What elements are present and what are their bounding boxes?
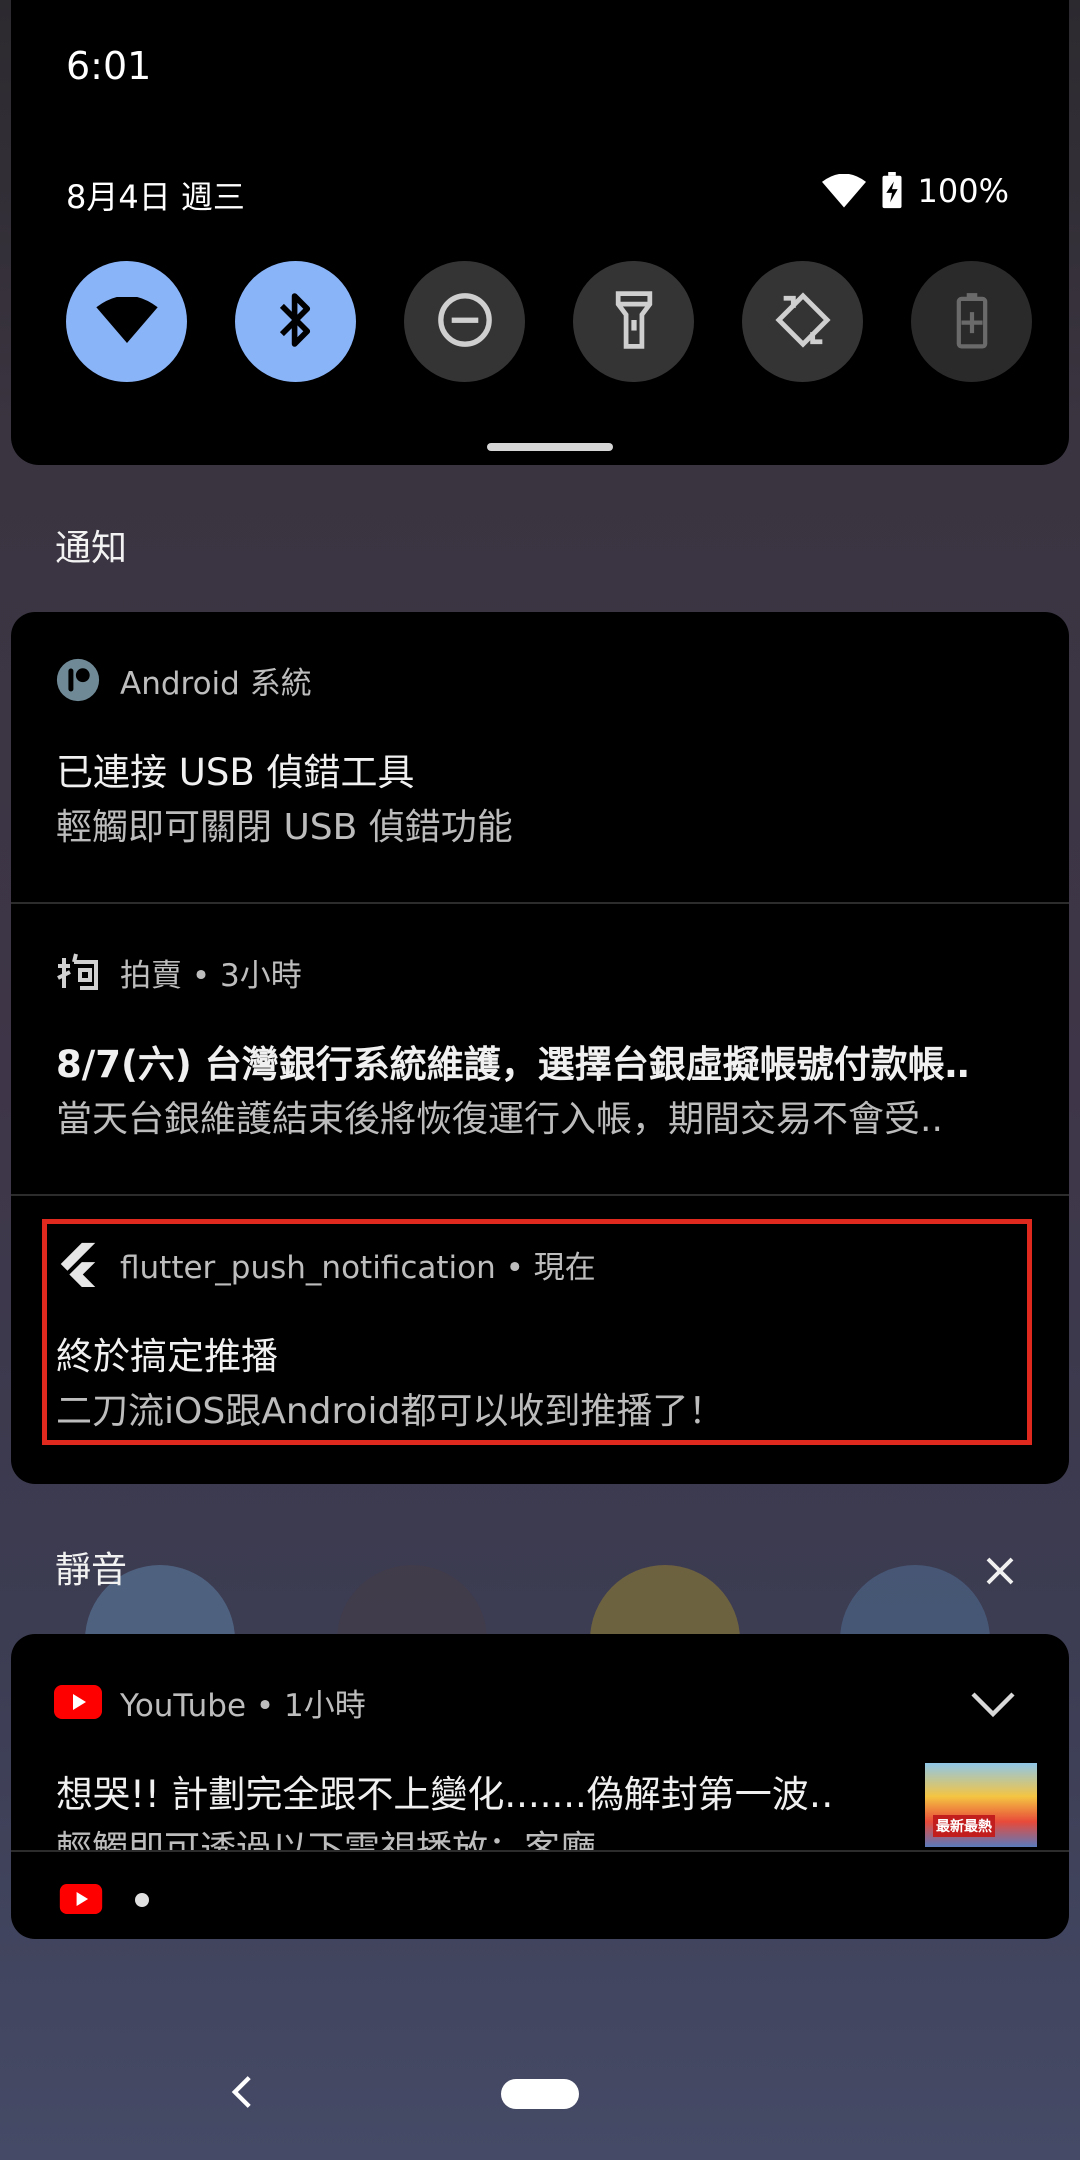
silent-notifications-card: YouTube • 1小時 想哭!! 計劃完全跟不上變化.......偽解封第一…	[11, 1634, 1069, 1939]
highlight-box	[42, 1219, 1032, 1445]
battery-saver-icon	[955, 291, 989, 353]
notification-text: 輕觸即可透過以下電視播放：客廳	[56, 1829, 597, 1850]
back-icon	[231, 2074, 253, 2114]
video-thumbnail: 最新最熱	[925, 1763, 1037, 1847]
notification-title: 已連接 USB 偵錯工具	[56, 751, 415, 794]
panel-drag-handle[interactable]	[487, 443, 613, 451]
do-not-disturb-icon	[436, 291, 494, 353]
clock: 6:01	[66, 44, 152, 88]
flashlight-icon	[614, 290, 654, 353]
notification-auction[interactable]: 拍賣 • 3小時 8/7(六) 台灣銀行系統維護，選擇台銀虛擬帳號付款帳‥ 當天…	[11, 904, 1069, 1194]
notification-youtube[interactable]: YouTube • 1小時 想哭!! 計劃完全跟不上變化.......偽解封第一…	[11, 1634, 1069, 1850]
notification-app-name: Android 系統	[120, 665, 312, 702]
status-icons: 100%	[821, 172, 1009, 210]
notification-header: Android 系統	[54, 656, 312, 704]
battery-percent: 100%	[917, 172, 1009, 210]
auto-rotate-tile[interactable]	[742, 261, 863, 382]
clear-silent-button[interactable]	[975, 1548, 1025, 1598]
more-dot-icon	[135, 1892, 149, 1911]
chevron-down-icon	[971, 1692, 1015, 1722]
battery-saver-tile[interactable]	[911, 261, 1032, 382]
notifications-header: 通知	[55, 528, 128, 569]
notification-header: 拍賣 • 3小時	[54, 948, 302, 996]
divider	[11, 1850, 1069, 1852]
wifi-icon	[95, 295, 158, 347]
expand-button[interactable]	[971, 1692, 1015, 1722]
bluetooth-tile[interactable]	[235, 261, 356, 382]
notification-text: 當天台銀維護結束後將恢復運行入帳，期間交易不會受..	[56, 1099, 943, 1140]
back-button[interactable]	[222, 2070, 262, 2118]
close-icon	[985, 1556, 1015, 1590]
silent-header: 靜音	[55, 1550, 128, 1591]
notification-app-name: YouTube • 1小時	[120, 1687, 366, 1724]
wifi-tile[interactable]	[66, 261, 187, 382]
notification-app-name: 拍賣 • 3小時	[120, 957, 302, 994]
overflow-icons-row[interactable]	[59, 1884, 149, 1918]
do-not-disturb-tile[interactable]	[404, 261, 525, 382]
bluetooth-icon	[276, 289, 316, 355]
battery-charging-icon	[880, 172, 904, 210]
home-button[interactable]	[501, 2079, 579, 2109]
quick-settings-tiles	[66, 261, 1032, 382]
android-system-icon	[54, 656, 102, 704]
flashlight-tile[interactable]	[573, 261, 694, 382]
auto-rotate-icon	[774, 291, 832, 353]
notification-text: 輕觸即可關閉 USB 偵錯功能	[56, 807, 513, 848]
youtube-icon	[59, 1884, 103, 1918]
quick-settings-panel: 6:01 8月4日 週三 100%	[11, 0, 1069, 465]
notification-header: YouTube • 1小時	[54, 1678, 366, 1726]
date-label: 8月4日 週三	[66, 178, 245, 216]
notification-usb-debugging[interactable]: Android 系統 已連接 USB 偵錯工具 輕觸即可關閉 USB 偵錯功能	[11, 612, 1069, 902]
notification-title: 想哭!! 計劃完全跟不上變化.......偽解封第一波‥	[56, 1773, 834, 1816]
ruten-auction-icon	[54, 948, 102, 996]
wifi-status-icon	[821, 174, 866, 208]
notification-title: 8/7(六) 台灣銀行系統維護，選擇台銀虛擬帳號付款帳‥	[56, 1043, 970, 1086]
youtube-icon	[54, 1678, 102, 1726]
thumbnail-label: 最新最熱	[933, 1815, 995, 1837]
